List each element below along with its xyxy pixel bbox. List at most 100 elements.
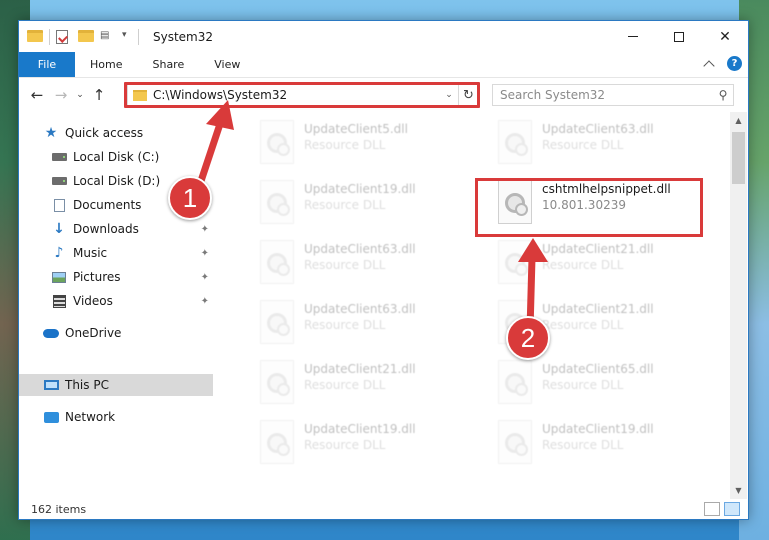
pin-icon[interactable]: ✦ <box>201 296 209 307</box>
tab-home[interactable]: Home <box>75 52 137 77</box>
file-name: UpdateClient19.dll <box>304 182 416 196</box>
tab-file[interactable]: File <box>19 52 75 77</box>
file-description: Resource DLL <box>542 318 624 332</box>
step-2-badge: 2 <box>506 316 550 360</box>
dll-file-icon <box>260 360 294 404</box>
help-icon[interactable]: ? <box>727 56 742 71</box>
search-input[interactable]: Search System32 <box>493 88 713 102</box>
sidebar-item-label: Music <box>73 246 108 260</box>
sidebar-item-downloads[interactable]: ↓ Downloads ✦ <box>51 218 213 240</box>
file-description: Resource DLL <box>304 438 386 452</box>
minimize-button[interactable] <box>610 21 656 52</box>
vertical-scrollbar[interactable]: ▲ ▼ <box>730 112 747 499</box>
tab-share[interactable]: Share <box>137 52 199 77</box>
videos-icon <box>51 294 67 308</box>
list-item[interactable]: UpdateClient65.dll Resource DLL <box>498 360 718 408</box>
sidebar-item-label: Pictures <box>73 270 121 284</box>
tiles-view-icon[interactable] <box>724 502 740 516</box>
list-item[interactable]: UpdateClient19.dll Resource DLL <box>260 180 480 228</box>
list-item[interactable]: UpdateClient21.dll Resource DLL <box>498 240 718 288</box>
sidebar-item-network[interactable]: Network <box>43 406 213 428</box>
list-item[interactable]: UpdateClient19.dll Resource DLL <box>260 420 480 468</box>
file-description: Resource DLL <box>304 258 386 272</box>
maximize-button[interactable] <box>656 21 702 52</box>
tab-view[interactable]: View <box>199 52 255 77</box>
search-icon[interactable]: ⚲ <box>713 88 733 102</box>
document-icon <box>51 198 67 212</box>
list-item[interactable]: UpdateClient63.dll Resource DLL <box>498 120 718 168</box>
minimize-icon <box>628 36 638 37</box>
close-button[interactable]: ✕ <box>702 21 748 52</box>
list-item[interactable]: UpdateClient19.dll Resource DLL <box>498 420 718 468</box>
pin-icon[interactable]: ✦ <box>201 224 209 235</box>
new-folder-icon[interactable] <box>78 29 94 44</box>
computer-icon <box>43 378 59 392</box>
sidebar-item-videos[interactable]: Videos ✦ <box>51 290 213 312</box>
dll-file-icon <box>498 360 532 404</box>
window-title: System32 <box>153 29 214 44</box>
sidebar-item-label: Videos <box>73 294 113 308</box>
dll-file-icon <box>498 420 532 464</box>
list-item[interactable]: UpdateClient63.dll Resource DLL <box>260 300 480 348</box>
title-bar: ▤ ▾ System32 ✕ <box>19 21 748 52</box>
dll-file-icon <box>260 300 294 344</box>
list-item[interactable]: UpdateClient63.dll Resource DLL <box>260 240 480 288</box>
list-item[interactable]: UpdateClient21.dll Resource DLL <box>260 360 480 408</box>
sidebar-item-label: OneDrive <box>65 326 122 340</box>
sidebar-item-onedrive[interactable]: OneDrive <box>43 322 213 344</box>
details-view-icon[interactable] <box>704 502 720 516</box>
sidebar-item-quick-access[interactable]: ★ Quick access <box>43 122 213 144</box>
list-item[interactable]: UpdateClient5.dll Resource DLL <box>260 120 480 168</box>
dll-file-icon <box>260 180 294 224</box>
pin-icon[interactable]: ✦ <box>201 248 209 259</box>
dll-file-icon <box>260 120 294 164</box>
sidebar-item-label: Quick access <box>65 126 144 140</box>
search-box[interactable]: Search System32 ⚲ <box>492 84 734 106</box>
file-description: Resource DLL <box>542 438 624 452</box>
sidebar-item-label: Downloads <box>73 222 139 236</box>
collapse-ribbon-icon[interactable] <box>703 59 715 72</box>
recent-locations-button[interactable]: ⌄ <box>73 83 87 107</box>
address-highlight-box <box>124 82 480 108</box>
disk-icon <box>51 174 67 188</box>
network-icon <box>43 410 59 424</box>
folder-icon <box>27 29 43 44</box>
file-description: Resource DLL <box>542 258 624 272</box>
ribbon-tabs: File Home Share View ? <box>19 52 748 78</box>
navigation-pane: ★ Quick access Local Disk (C:) Local Dis… <box>19 112 213 499</box>
chevron-down-icon[interactable]: ▾ <box>122 30 132 44</box>
scroll-thumb[interactable] <box>732 132 745 184</box>
forward-button[interactable]: → <box>49 83 73 107</box>
file-name: UpdateClient21.dll <box>304 362 416 376</box>
up-button[interactable]: ↑ <box>87 83 111 107</box>
pictures-icon <box>51 270 67 284</box>
pin-icon[interactable]: ✦ <box>201 272 209 283</box>
sidebar-item-music[interactable]: ♪ Music ✦ <box>51 242 213 264</box>
sidebar-item-label: Documents <box>73 198 142 212</box>
disk-icon <box>51 150 67 164</box>
back-button[interactable]: ← <box>25 83 49 107</box>
sidebar-item-label: This PC <box>65 378 109 392</box>
properties-icon[interactable] <box>56 29 72 44</box>
sidebar-item-this-pc[interactable]: This PC <box>19 374 213 396</box>
file-description: Resource DLL <box>304 138 386 152</box>
sidebar-item-local-disk-c[interactable]: Local Disk (C:) <box>51 146 213 168</box>
file-description: Resource DLL <box>304 198 386 212</box>
divider <box>138 28 139 45</box>
dll-file-icon <box>260 240 294 284</box>
dll-file-icon <box>498 240 532 284</box>
scroll-down-icon[interactable]: ▼ <box>730 482 747 499</box>
ribbon-controls: ? <box>703 56 742 72</box>
sidebar-item-pictures[interactable]: Pictures ✦ <box>51 266 213 288</box>
file-name: UpdateClient63.dll <box>542 122 654 136</box>
file-name: UpdateClient65.dll <box>542 362 654 376</box>
star-icon: ★ <box>44 125 58 141</box>
customize-toolbar-icon[interactable]: ▤ <box>100 30 116 44</box>
sidebar-item-label: Local Disk (C:) <box>73 150 160 164</box>
scroll-up-icon[interactable]: ▲ <box>730 112 747 129</box>
sidebar-item-label: Local Disk (D:) <box>73 174 161 188</box>
file-description: Resource DLL <box>542 138 624 152</box>
sidebar-item-label: Network <box>65 410 116 424</box>
file-name: UpdateClient19.dll <box>542 422 654 436</box>
file-list: UpdateClient5.dll Resource DLL UpdateClie… <box>232 112 730 499</box>
